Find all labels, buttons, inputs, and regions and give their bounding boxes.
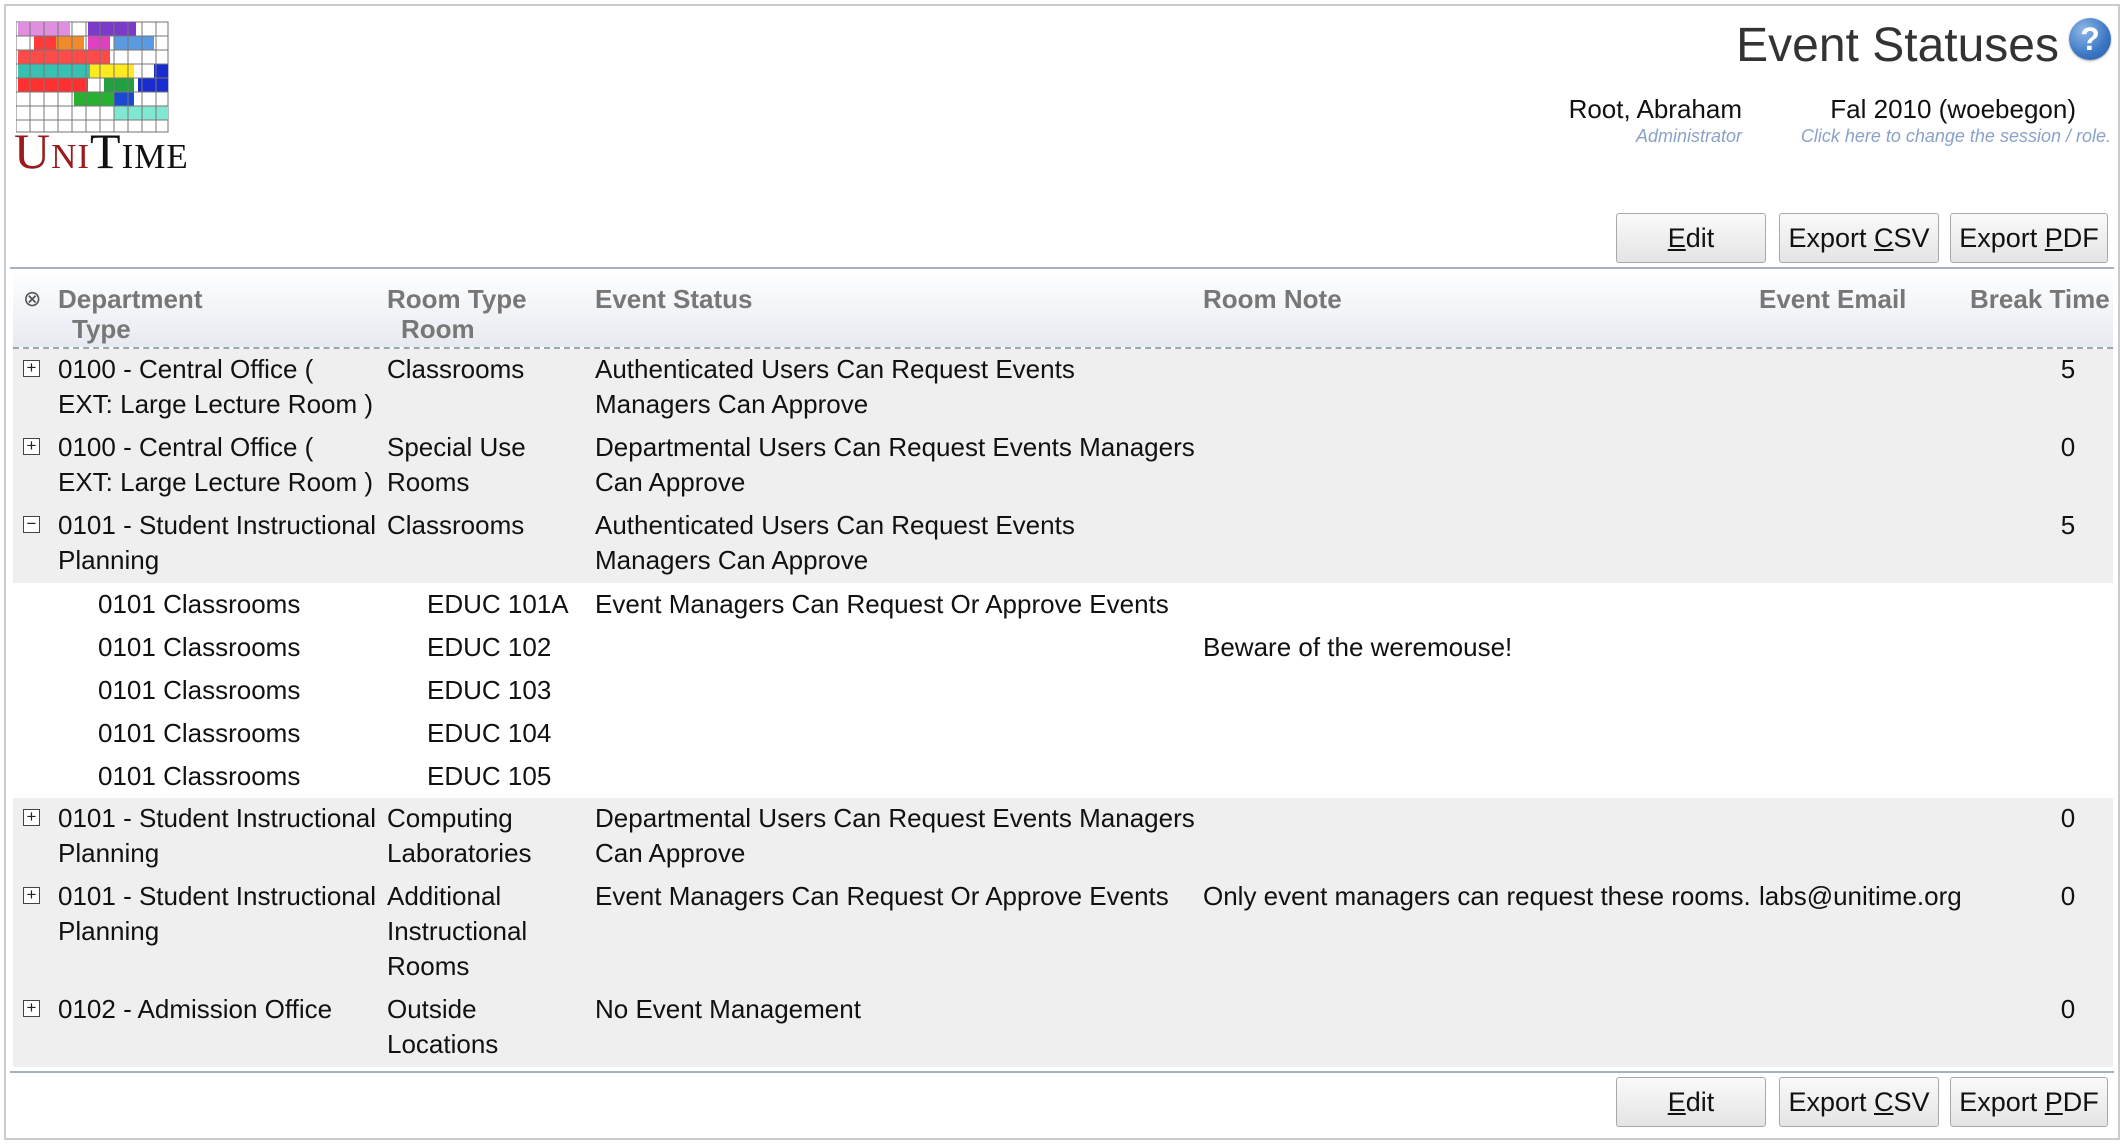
expand-icon[interactable]: + <box>23 437 40 455</box>
room-cell: EDUC 105 <box>427 761 552 791</box>
header-event-status[interactable]: Event Status <box>595 284 753 314</box>
room-type-cell: Rooms <box>387 467 470 497</box>
room-cell: EDUC 103 <box>427 675 552 705</box>
page-title: Event Statuses <box>1736 19 2059 72</box>
table-body: +0100 - Central Office ( EXT: Large Lectu… <box>13 349 2113 1067</box>
table-row-room[interactable]: 0101 Classrooms EDUC 101A Event Managers C… <box>13 583 2113 626</box>
break-time-cell: 0 <box>2060 803 2076 833</box>
export-pdf-button-top[interactable]: Export P DF <box>1950 213 2108 263</box>
header-room-note[interactable]: Room Note <box>1203 284 1342 314</box>
table-row[interactable]: +0100 - Central Office ( EXT: Large Lectu… <box>13 349 2113 427</box>
table-row-room[interactable]: 0101 Classrooms EDUC 102 Beware of the wer… <box>13 626 2113 669</box>
room-type-cell: 0101 Classrooms <box>98 632 301 662</box>
department-cell: Planning <box>58 916 160 946</box>
export-pdf-button-bottom[interactable]: Export P DF <box>1950 1077 2108 1127</box>
room-type-cell: Classrooms <box>387 510 525 540</box>
department-cell: EXT: Large Lecture Room ) <box>58 467 374 497</box>
user-info[interactable]: Root, Abraham Administrator <box>1569 94 1742 147</box>
room-type-cell: Classrooms <box>387 354 525 384</box>
department-cell: 0102 - Admission Office <box>58 994 333 1024</box>
event-status-cell: Can Approve <box>595 467 746 497</box>
expand-icon[interactable]: + <box>23 359 40 377</box>
room-type-cell: 0101 Classrooms <box>98 589 301 619</box>
room-type-cell: Locations <box>387 1029 499 1059</box>
event-email-cell: labs@unitime.org <box>1759 881 1962 911</box>
department-cell: EXT: Large Lecture Room ) <box>58 389 374 419</box>
user-role: Administrator <box>1635 126 1742 146</box>
department-cell: Planning <box>58 545 160 575</box>
event-status-cell: Departmental Users Can Request Events Ma… <box>595 432 1195 462</box>
divider-bottom <box>10 1071 2114 1073</box>
export-csv-button-bottom[interactable]: Export C SV <box>1779 1077 1939 1127</box>
room-cell: EDUC 104 <box>427 718 552 748</box>
table-row-room[interactable]: 0101 Classrooms EDUC 104 <box>13 712 2113 755</box>
session-hint: Click here to change the session / role. <box>1800 126 2111 146</box>
room-type-cell: 0101 Classrooms <box>98 675 301 705</box>
export-csv-button-top[interactable]: Export C SV <box>1779 213 1939 263</box>
room-type-cell: 0101 Classrooms <box>98 718 301 748</box>
expand-icon[interactable]: + <box>23 999 40 1017</box>
expand-icon[interactable]: + <box>23 808 40 826</box>
event-status-cell: Authenticated Users Can Request Events <box>595 510 1075 540</box>
room-cell: EDUC 101A <box>427 589 569 619</box>
department-cell: 0101 - Student Instructional <box>58 803 376 833</box>
header-break-time[interactable]: Break Time <box>1970 284 2110 314</box>
table-row[interactable]: −0101 - Student Instructional Planning Cla… <box>13 505 2113 583</box>
session-name: Fal 2010 (woebegon) <box>1830 94 2076 124</box>
logo-text: UniTime <box>14 123 189 179</box>
room-type-cell: Additional <box>387 881 502 911</box>
room-type-cell: Computing <box>387 803 513 833</box>
collapse-icon[interactable]: − <box>23 515 40 533</box>
room-type-cell: Special Use <box>387 432 526 462</box>
event-status-cell: Managers Can Approve <box>595 545 869 575</box>
event-status-cell: Event Managers Can Request Or Approve Ev… <box>595 881 1169 911</box>
header-event-email[interactable]: Event Email <box>1759 284 1906 314</box>
break-time-cell: 0 <box>2060 881 2076 911</box>
department-cell: 0101 - Student Instructional <box>58 881 376 911</box>
session-selector[interactable]: Fal 2010 (woebegon) Click here to change… <box>1801 94 2111 147</box>
room-type-cell: Instructional <box>387 916 528 946</box>
table-row[interactable]: +0101 - Student Instructional Planning Add… <box>13 876 2113 989</box>
room-type-cell: Laboratories <box>387 838 532 868</box>
break-time-cell: 0 <box>2060 994 2076 1024</box>
event-status-cell: Managers Can Approve <box>595 389 869 419</box>
room-note-cell: Beware of the weremouse! <box>1203 632 1513 662</box>
department-cell: Planning <box>58 838 160 868</box>
room-cell: EDUC 102 <box>427 632 552 662</box>
break-time-cell: 0 <box>2060 432 2076 462</box>
help-icon[interactable]: ? <box>2069 18 2111 60</box>
room-type-cell: Rooms <box>387 951 470 981</box>
department-cell: 0100 - Central Office ( <box>58 432 314 462</box>
event-status-cell: No Event Management <box>595 994 861 1024</box>
divider-top <box>10 267 2114 269</box>
room-type-cell: Outside <box>387 994 477 1024</box>
event-status-cell: Event Managers Can Request Or Approve Ev… <box>595 589 1169 619</box>
expand-icon[interactable]: + <box>23 886 40 904</box>
event-status-table: ⊗ Department Type Room Type Room Event Sta… <box>13 270 2113 1067</box>
break-time-cell: 5 <box>2060 510 2076 540</box>
header-department[interactable]: Department Type <box>58 284 202 344</box>
event-status-cell: Departmental Users Can Request Events Ma… <box>595 803 1195 833</box>
table-row[interactable]: +0102 - Admission Office Outside Locations… <box>13 989 2113 1067</box>
table-row[interactable]: +0100 - Central Office ( EXT: Large Lectu… <box>13 427 2113 505</box>
break-time-cell: 5 <box>2060 354 2076 384</box>
header-room-type[interactable]: Room Type Room <box>387 284 527 344</box>
edit-button-top[interactable]: Edit <box>1616 213 1766 263</box>
table-row-room[interactable]: 0101 Classrooms EDUC 105 <box>13 755 2113 798</box>
event-status-cell: Authenticated Users Can Request Events <box>595 354 1075 384</box>
room-type-cell: 0101 Classrooms <box>98 761 301 791</box>
department-cell: 0100 - Central Office ( <box>58 354 314 384</box>
edit-button-bottom[interactable]: Edit <box>1616 1077 1766 1127</box>
user-name: Root, Abraham <box>1568 94 1742 124</box>
room-note-cell: Only event managers can request these ro… <box>1203 881 1751 911</box>
table-row-room[interactable]: 0101 Classrooms EDUC 103 <box>13 669 2113 712</box>
event-status-cell: Can Approve <box>595 838 746 868</box>
collapse-all-icon[interactable]: ⊗ <box>23 286 41 312</box>
table-row[interactable]: +0101 - Student Instructional Planning Com… <box>13 798 2113 876</box>
department-cell: 0101 - Student Instructional <box>58 510 376 540</box>
table-header: ⊗ Department Type Room Type Room Event Sta… <box>13 270 2113 349</box>
